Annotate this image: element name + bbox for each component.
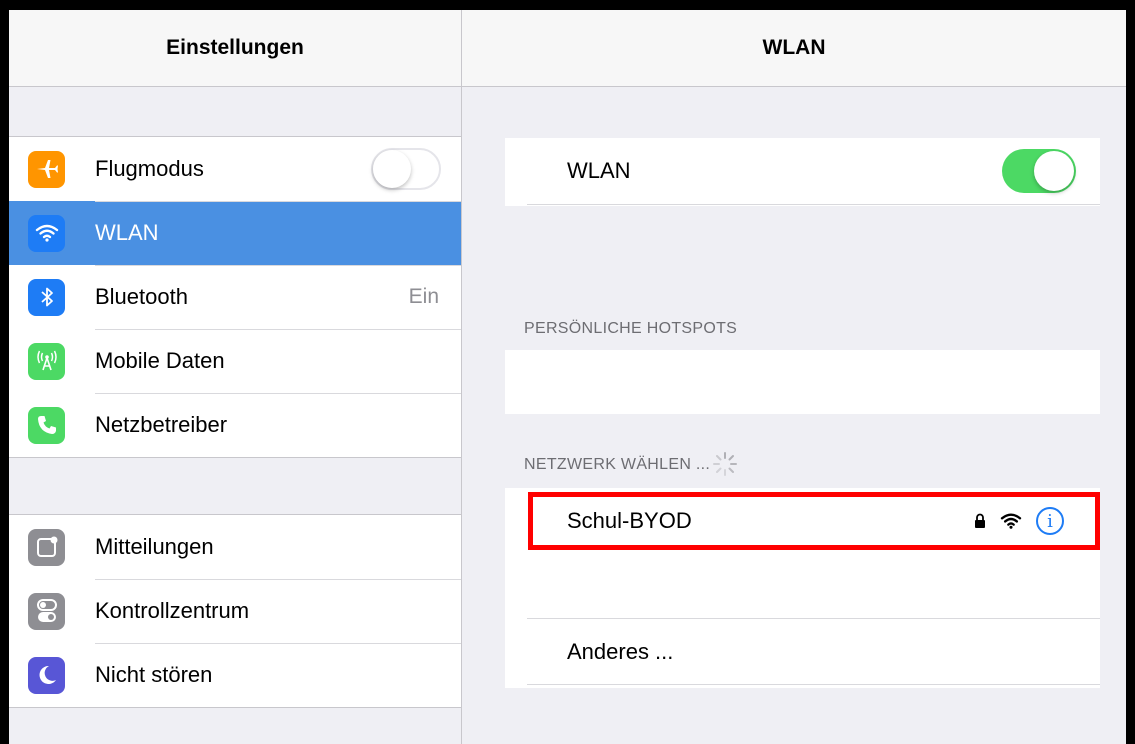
wlan-toggle-row: WLAN [505, 138, 1100, 204]
sidebar-item-label: WLAN [95, 220, 159, 245]
sidebar-title: Einstellungen [9, 10, 461, 87]
sidebar-item-bluetooth[interactable]: Bluetooth Ein [9, 265, 461, 329]
sidebar-item-netzbetreiber[interactable]: Netzbetreiber [9, 393, 461, 457]
sidebar-item-label: Bluetooth [95, 284, 188, 309]
sidebar-item-label: Netzbetreiber [95, 412, 228, 437]
sidebar-item-nicht-stoeren[interactable]: Nicht stören [9, 643, 461, 707]
antenna-icon [28, 342, 65, 380]
other-network-label: Anderes ... [567, 639, 674, 664]
sidebar-item-flugmodus[interactable]: Flugmodus [9, 137, 461, 201]
sidebar-item-kontrollzentrum[interactable]: Kontrollzentrum [9, 579, 461, 643]
bluetooth-icon [28, 278, 65, 316]
airplane-mode-toggle[interactable] [371, 148, 441, 190]
wlan-label: WLAN [567, 158, 631, 183]
hotspots-section-header: PERSÖNLICHE HOTSPOTS [524, 320, 738, 337]
airplane-icon [28, 150, 65, 188]
sidebar-item-mitteilungen[interactable]: Mitteilungen [9, 515, 461, 579]
settings-sidebar: Einstellungen Flugmodus WLAN Bluetooth E… [9, 10, 461, 744]
bluetooth-status: Ein [408, 285, 439, 308]
moon-icon [28, 656, 65, 694]
sidebar-item-label: Flugmodus [95, 156, 204, 181]
settings-group-system: Mitteilungen Kontrollzentrum Nicht störe… [9, 514, 461, 708]
sidebar-item-label: Mitteilungen [95, 534, 214, 559]
other-network-row[interactable]: Anderes ... [505, 619, 1100, 685]
phone-icon [28, 406, 65, 444]
sidebar-item-label: Nicht stören [95, 662, 213, 687]
wifi-icon [28, 214, 65, 252]
wlan-toggle-card: WLAN [505, 138, 1100, 206]
ipad-settings-screen: Einstellungen Flugmodus WLAN Bluetooth E… [9, 10, 1126, 744]
hotspots-card [505, 350, 1100, 414]
sidebar-item-mobile-daten[interactable]: Mobile Daten [9, 329, 461, 393]
control-center-icon [28, 592, 65, 630]
sidebar-item-label: Kontrollzentrum [95, 598, 250, 623]
loading-spinner-icon [712, 451, 738, 482]
settings-group-connectivity: Flugmodus WLAN Bluetooth Ein Mobile Date… [9, 136, 461, 458]
wlan-toggle[interactable] [1002, 149, 1076, 193]
wlan-detail-pane: WLAN WLAN PERSÖNLICHE HOTSPOTS NETZWERK … [462, 10, 1126, 744]
sidebar-item-wlan[interactable]: WLAN [9, 201, 461, 265]
page-title: WLAN [462, 10, 1126, 87]
highlight-box [528, 492, 1100, 550]
networks-section-header: NETZWERK WÄHLEN ... [524, 456, 711, 473]
notifications-icon [28, 528, 65, 566]
sidebar-item-label: Mobile Daten [95, 348, 225, 373]
